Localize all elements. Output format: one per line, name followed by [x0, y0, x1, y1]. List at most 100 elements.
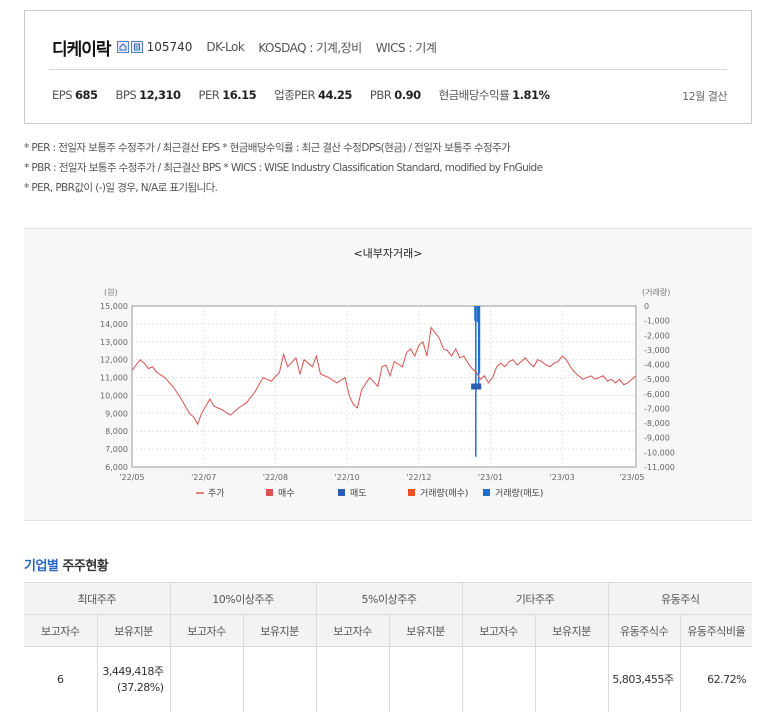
table-row: 6 3,449,418주 (37.28%) 5,803,455주 62.72% [24, 646, 753, 712]
y-left-tick-label: 8,000 [105, 427, 128, 436]
english-name: DK-Lok [206, 40, 245, 54]
sub-header-cell: 유동주식수 [607, 614, 681, 647]
metric-eps: EPS 685 [52, 88, 98, 102]
y-left-tick-label: 9,000 [105, 409, 128, 418]
sell-trade-marker [475, 383, 482, 390]
metric-industry-per: 업종PER 44.25 [274, 88, 352, 102]
floating-shares-ratio: 62.72% [679, 646, 753, 712]
table-group-header-row: 최대주주 10%이상주주 5%이상주주 기타주주 유동주식 [24, 582, 753, 615]
legend-swatch [483, 489, 490, 496]
insider-trading-chart: <내부자거래> (원) (거래량) 15,000 14,000 13,000 12,000 1… [100, 247, 675, 499]
sub-header-cell: 보고자수 [24, 614, 98, 647]
metric-per: PER 16.15 [198, 88, 257, 102]
left-axis-unit: (원) [104, 288, 118, 297]
metric-dividend-yield: 현금배당수익률 1.81% [438, 88, 550, 102]
y-right-tick-label: -11,000 [644, 463, 675, 472]
x-tick-label: '22/07 [191, 473, 216, 482]
x-tick-label: '23/01 [478, 473, 503, 482]
header-largest-shareholder: 최대주주 [24, 582, 171, 615]
legend-label: 매도 [350, 488, 367, 499]
x-tick-label: '23/03 [550, 473, 575, 482]
y-right-tick-label: -7,000 [644, 404, 670, 413]
company-link-icons [116, 41, 143, 53]
y-right-tick-label: -9,000 [644, 434, 670, 443]
company-name: 디케이락 [52, 39, 112, 60]
y-left-tick-label: 15,000 [100, 302, 128, 311]
right-axis-unit: (거래량) [642, 287, 670, 297]
header-5pct-holders: 5%이상주주 [315, 582, 463, 615]
table-cell [315, 646, 390, 712]
header-other-holders: 기타주주 [461, 582, 609, 615]
metrics-row: EPS 685 BPS 12,310 PER 16.15 업종PER 44.25 PBR… [52, 87, 568, 103]
y-right-tick-label: -1,000 [644, 317, 670, 326]
largest-holder-stake: 3,449,418주 (37.28%) [96, 646, 171, 712]
shareholder-section-title: 기업별 주주현황 [24, 555, 109, 574]
header-floating-shares: 유동주식 [607, 582, 753, 615]
legend-label: 거래량(매수) [420, 487, 468, 499]
y-left-tick-label: 13,000 [100, 338, 128, 347]
metric-pbr: PBR 0.90 [369, 88, 421, 102]
largest-holder-percent: (37.28%) [116, 680, 164, 694]
table-cell [461, 646, 536, 712]
summary-divider [49, 69, 727, 70]
sub-header-cell: 보유지분 [388, 614, 463, 647]
shareholder-table: 최대주주 10%이상주주 5%이상주주 기타주주 유동주식 보고자수 보유지분 … [24, 582, 753, 712]
metric-bps: BPS 12,310 [115, 88, 182, 102]
y-right-tick-label: -4,000 [644, 361, 670, 370]
largest-holder-shares: 3,449,418주 [102, 664, 164, 678]
y-left-tick-label: 11,000 [100, 374, 128, 383]
sub-header-cell: 보유지분 [96, 614, 171, 647]
sub-header-cell: 보유지분 [534, 614, 609, 647]
legend-label: 거래량(매도) [495, 487, 543, 499]
footnote-line: * PER, PBR값이 (-)일 경우, N/A로 표기됩니다. [24, 182, 218, 194]
market-info: KOSDAQ : 기계,장비 [258, 40, 362, 55]
y-right-tick-label: -6,000 [644, 390, 670, 399]
table-cell [242, 646, 317, 712]
section-title-rest: 주주현황 [58, 559, 109, 574]
wics-info: WICS : 기계 [375, 40, 437, 55]
plot-area [131, 305, 637, 468]
table-sub-header-row: 보고자수 보유지분 보고자수 보유지분 보고자수 보유지분 보고자수 보유지분 … [24, 614, 753, 647]
table-cell [388, 646, 463, 712]
company-summary-box: 디케이락 105740 DK-Lok KOSDAQ : 기계,장비 WICS :… [24, 10, 752, 124]
x-tick-label: '22/10 [334, 473, 359, 482]
y-right-tick-label: -8,000 [644, 419, 670, 428]
x-tick-label: '23/05 [619, 473, 644, 482]
table-cell [169, 646, 244, 712]
largest-holder-count: 6 [24, 646, 98, 712]
legend-swatch [266, 489, 273, 496]
legend-swatch [338, 489, 345, 496]
insider-trading-chart-panel: <내부자거래> (원) (거래량) 15,000 14,000 13,000 12,000 1… [24, 228, 752, 521]
sub-header-cell: 유동주식비율 [679, 614, 753, 647]
footnote-line: * PER : 전일자 보통주 수정주가 / 최근결산 EPS * 현금배당수익… [24, 142, 511, 154]
sub-header-cell: 보고자수 [169, 614, 244, 647]
y-left-tick-label: 6,000 [105, 463, 128, 472]
document-icon[interactable] [130, 41, 143, 53]
y-right-tick-label: -3,000 [644, 346, 670, 355]
sub-header-cell: 보고자수 [461, 614, 536, 647]
y-left-tick-label: 7,000 [105, 445, 128, 454]
y-left-tick-label: 10,000 [100, 391, 128, 400]
company-title-row: 디케이락 105740 DK-Lok KOSDAQ : 기계,장비 WICS :… [52, 35, 437, 60]
x-tick-label: '22/08 [263, 473, 288, 482]
legend-label: 주가 [208, 488, 225, 499]
x-tick-label: '22/12 [406, 473, 431, 482]
footnote-line: * PBR : 전일자 보통주 수정주가 / 최근결산 BPS * WICS :… [24, 162, 543, 174]
y-left-tick-label: 14,000 [100, 320, 128, 329]
y-right-tick-label: -5,000 [644, 375, 670, 384]
sub-header-cell: 보고자수 [315, 614, 390, 647]
legend-label: 매수 [278, 488, 295, 499]
x-tick-label: '22/05 [119, 473, 144, 482]
section-title-accent: 기업별 [24, 559, 59, 574]
footnotes: * PER : 전일자 보통주 수정주가 / 최근결산 EPS * 현금배당수익… [24, 138, 543, 198]
settlement-month: 12월 결산 [682, 90, 727, 103]
table-cell [534, 646, 609, 712]
floating-shares-count: 5,803,455주 [607, 646, 681, 712]
stock-code: 105740 [146, 40, 193, 54]
y-right-tick-label: 0 [644, 302, 649, 311]
y-right-tick-label: -10,000 [644, 448, 675, 457]
home-icon[interactable] [116, 41, 129, 53]
y-left-tick-label: 12,000 [100, 356, 128, 365]
y-right-tick-label: -2,000 [644, 331, 670, 340]
header-10pct-holders: 10%이상주주 [169, 582, 317, 615]
